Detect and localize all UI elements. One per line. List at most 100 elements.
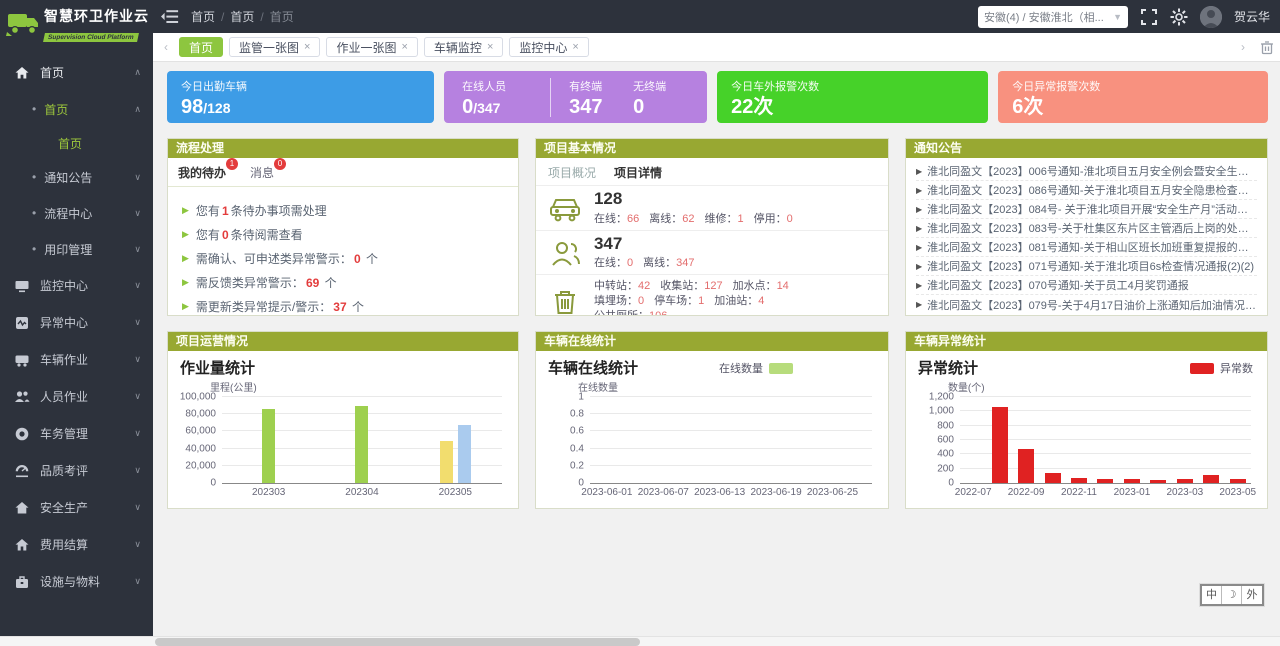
chart-x-tick: 2023-06-07: [638, 487, 689, 498]
breadcrumb-link[interactable]: 首页: [191, 8, 215, 25]
info-panel-row: 流程处理 我的待办1消息0 ▶您有1条待办事项需处理▶您有0条待阅需查看▶需确认…: [167, 138, 1268, 316]
chart-x-tick: 202304: [345, 487, 378, 498]
notice-item[interactable]: ▶淮北同盈文【2023】070号通知-关于员工4月奖罚通报: [916, 276, 1257, 295]
sidebar-item-label: 监控中心: [40, 277, 88, 294]
tab-监控中心[interactable]: 监控中心 ×: [509, 37, 588, 57]
process-tab-我的待办[interactable]: 我的待办1: [178, 164, 226, 186]
vehicle-online-chart-panel: 车辆在线统计 车辆在线统计在线数量在线数量00.20.40.60.812023-…: [535, 331, 889, 509]
tab-project-overview[interactable]: 项目概况: [548, 164, 596, 181]
process-tab-消息[interactable]: 消息0: [250, 164, 274, 186]
sidebar-item-流程中心[interactable]: •流程中心∨: [0, 195, 153, 231]
notice-item[interactable]: ▶淮北同盈文【2023】086号通知-关于淮北项目五月安全隐患检查情况通告: [916, 181, 1257, 200]
project-facility-row: 中转站：42收集站：127加水点：14填埋场：0停车场：1加油站：4公共厕所：1…: [536, 275, 888, 315]
notice-item[interactable]: ▶淮北同盈文【2023】071号通知-关于淮北项目6s检查情况通报(2)(2): [916, 257, 1257, 276]
chevron-down-icon: ∨: [134, 391, 141, 402]
sidebar-item-首页[interactable]: 首页∧: [0, 54, 153, 91]
project-people-row: 347 在线：0离线：347: [536, 231, 888, 276]
float-widget-button-2[interactable]: 外: [1242, 586, 1262, 604]
process-item[interactable]: ▶您有1条待办事项需处理: [182, 202, 504, 219]
sidebar-item-费用结算[interactable]: 费用结算∨: [0, 526, 153, 563]
notice-item[interactable]: ▶淮北同盈文【2023】083号-关于杜集区东片区主管酒后上岗的处罚通告: [916, 219, 1257, 238]
settings-gear-icon[interactable]: [1170, 8, 1188, 26]
chart-title: 异常统计: [918, 357, 978, 378]
chart-y-tick: 60,000: [185, 426, 216, 437]
sidebar-item-车辆作业[interactable]: 车辆作业∨: [0, 341, 153, 378]
sidebar-item-label: 异常中心: [40, 314, 88, 331]
process-item[interactable]: ▶您有0条待阅需查看: [182, 226, 504, 243]
bullet-icon: •: [32, 242, 36, 256]
caret-right-icon: ▶: [916, 205, 922, 214]
chevron-down-icon: ∨: [134, 465, 141, 476]
stat-card-3[interactable]: 今日异常报警次数6次: [998, 71, 1268, 123]
tab-scroll-left-icon[interactable]: ‹: [159, 40, 173, 54]
tab-close-icon[interactable]: ×: [572, 41, 578, 53]
tab-label: 车辆监控: [434, 39, 482, 56]
sidebar-item-异常中心[interactable]: 异常中心∨: [0, 304, 153, 341]
tab-首页[interactable]: 首页: [179, 37, 223, 57]
process-item[interactable]: ▶需确认、可申述类异常警示：0 个: [182, 250, 504, 267]
tab-scroll-right-icon[interactable]: ›: [1236, 40, 1250, 54]
notice-item-text: 淮北同盈文【2023】079号-关于4月17日油价上涨通知后加油情况通报: [927, 297, 1257, 313]
sidebar-item-label: 车辆作业: [40, 351, 88, 368]
notice-item[interactable]: ▶淮北同盈文【2023】084号- 关于淮北项目开展“安全生产月”活动的通知: [916, 200, 1257, 219]
user-avatar[interactable]: [1200, 6, 1222, 28]
tab-close-icon[interactable]: ×: [487, 41, 493, 53]
org-select-dropdown[interactable]: 安徽(4) / 安徽淮北（相... ▼: [978, 6, 1128, 28]
notice-item[interactable]: ▶淮北同盈文【2023】006号通知-淮北项目五月安全例会暨安全生产月启动会…: [916, 162, 1257, 181]
sidebar-item-设施与物料[interactable]: 设施与物料∨: [0, 563, 153, 600]
people-icon: [548, 238, 582, 268]
badge-count: 0: [274, 158, 286, 170]
tab-label: 监控中心: [519, 39, 567, 56]
vehicle-stats: 在线：66离线：62维修：1停用：0: [594, 210, 876, 226]
stat-card-0[interactable]: 今日出勤车辆98/128: [167, 71, 434, 123]
sidebar-item-安全生产[interactable]: 安全生产∨: [0, 489, 153, 526]
sidebar-item-用印管理[interactable]: •用印管理∨: [0, 231, 153, 267]
notice-item-text: 淮北同盈文【2023】086号通知-关于淮北项目五月安全隐患检查情况通告: [927, 182, 1257, 198]
sidebar-item-通知公告[interactable]: •通知公告∨: [0, 159, 153, 195]
notice-item-text: 淮北同盈文【2023】006号通知-淮北项目五月安全例会暨安全生产月启动会…: [927, 163, 1257, 179]
chart-x-tick: 2023-05: [1219, 487, 1256, 498]
stat-section-有终端: 有终端347: [565, 78, 629, 117]
legend-label: 在线数量: [719, 360, 763, 376]
chart-y-tick: 0: [210, 478, 216, 489]
tab-close-icon[interactable]: ×: [401, 41, 407, 53]
sidebar-item-首页[interactable]: 首页: [0, 127, 153, 159]
chart-y-tick: 100,000: [180, 392, 216, 403]
float-widget-button-0[interactable]: 中: [1202, 586, 1222, 604]
float-widget-button-1[interactable]: ☽: [1222, 586, 1242, 604]
sidebar-item-label: 品质考评: [40, 462, 88, 479]
sidebar-item-人员作业[interactable]: 人员作业∨: [0, 378, 153, 415]
sidebar-collapse-icon[interactable]: [161, 7, 181, 27]
process-item[interactable]: ▶需更新类异常提示/警示：37 个: [182, 298, 504, 315]
horizontal-scrollbar-thumb[interactable]: [155, 638, 640, 646]
breadcrumb-link[interactable]: 首页: [230, 8, 254, 25]
vehicle-online-chart-panel-title: 车辆在线统计: [536, 332, 888, 351]
sidebar-item-监控中心[interactable]: 监控中心∨: [0, 267, 153, 304]
notice-item[interactable]: ▶淮北同盈文【2023】081号通知-关于相山区班长加班重复提报的通报: [916, 238, 1257, 257]
process-item[interactable]: ▶需反馈类异常警示：69 个: [182, 274, 504, 291]
notice-item[interactable]: ▶ 淮北同盈文【2023】079号-关于4月17日油价上涨通知后加油情况通报: [916, 295, 1257, 314]
chart-gridline: [590, 430, 872, 431]
chevron-down-icon: ▼: [1113, 12, 1122, 22]
chart-bar: [992, 407, 1008, 483]
tab-作业一张图[interactable]: 作业一张图×: [326, 37, 417, 57]
stat-card-1[interactable]: 在线人员0/347有终端347无终端0: [444, 71, 707, 123]
notice-list: ▶淮北同盈文【2023】006号通知-淮北项目五月安全例会暨安全生产月启动会…▶…: [906, 158, 1267, 315]
tab-车辆监控[interactable]: 车辆监控 ×: [424, 37, 503, 57]
tab-监管一张图[interactable]: 监管一张图×: [229, 37, 320, 57]
chart-gridline: [590, 396, 872, 397]
caret-right-icon: ▶: [916, 300, 922, 309]
safety-icon: [14, 500, 30, 516]
sidebar-item-品质考评[interactable]: 品质考评 ∨: [0, 452, 153, 489]
sidebar-item-车务管理[interactable]: 车务管理∨: [0, 415, 153, 452]
chart-bar: [1230, 479, 1246, 483]
close-all-tabs-trash-icon[interactable]: [1260, 40, 1274, 55]
stat-card-2[interactable]: 今日车外报警次数22次: [717, 71, 988, 123]
chart-legend: 异常数: [1190, 360, 1253, 376]
stat-pair: 收集站：127: [660, 280, 732, 292]
tab-project-detail[interactable]: 项目详情: [614, 164, 662, 181]
fullscreen-icon[interactable]: [1140, 8, 1158, 26]
sidebar-item-首页[interactable]: •首页∧: [0, 91, 153, 127]
username[interactable]: 贺云华: [1234, 8, 1270, 25]
tab-close-icon[interactable]: ×: [304, 41, 310, 53]
